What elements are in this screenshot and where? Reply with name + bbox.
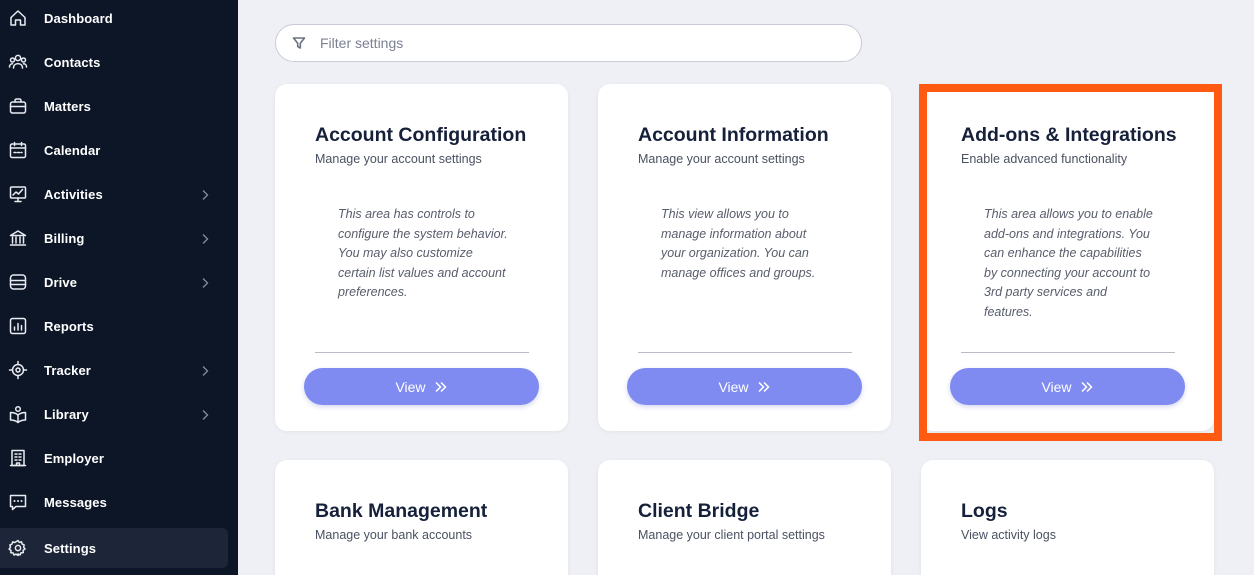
chevron-right-icon (200, 364, 210, 376)
double-chevron-right-icon (758, 381, 770, 392)
sidebar-item-contacts[interactable]: Contacts (0, 42, 228, 82)
sidebar-item-label: Tracker (44, 362, 91, 378)
card-title: Account Configuration (315, 124, 527, 146)
sidebar-item-label: Matters (44, 98, 91, 114)
sidebar-item-label: Activities (44, 186, 103, 202)
card-subtitle: Manage your account settings (315, 152, 482, 166)
bank-icon (8, 228, 28, 248)
card-description: This view allows you to manage informati… (661, 207, 816, 280)
card-divider (315, 352, 529, 353)
sidebar-item-label: Settings (44, 540, 97, 556)
sidebar-item-employer[interactable]: Employer (0, 438, 228, 478)
card-client-bridge: Client Bridge Manage your client portal … (598, 460, 891, 575)
card-subtitle: Manage your bank accounts (315, 528, 473, 542)
sidebar-item-dashboard[interactable]: Dashboard (0, 0, 228, 38)
card-subtitle: Manage your client portal settings (638, 528, 825, 542)
message-icon (8, 492, 28, 512)
sidebar-item-activities[interactable]: Activities (0, 174, 228, 214)
card-title: Client Bridge (638, 500, 760, 522)
sidebar-item-label: Calendar (44, 142, 101, 158)
card-account-configuration: Account Configuration Manage your accoun… (275, 84, 568, 431)
card-bank-management: Bank Management Manage your bank account… (275, 460, 568, 575)
sidebar-item-settings[interactable]: Settings (0, 528, 228, 568)
view-button-label: View (718, 378, 749, 395)
sidebar-item-label: Library (44, 406, 89, 422)
sidebar-item-label: Drive (44, 274, 78, 290)
sidebar-item-tracker[interactable]: Tracker (0, 350, 228, 390)
sidebar-item-billing[interactable]: Billing (0, 218, 228, 258)
sidebar-item-label: Dashboard (44, 10, 113, 26)
double-chevron-right-icon (1081, 381, 1093, 392)
gear-icon (8, 538, 28, 558)
home-icon (8, 8, 28, 28)
card-addons-integrations: Add-ons & Integrations Enable advanced f… (921, 84, 1214, 431)
sidebar-item-drive[interactable]: Drive (0, 262, 228, 302)
sidebar-item-label: Billing (44, 230, 85, 246)
card-title: Bank Management (315, 500, 488, 522)
database-icon (8, 272, 28, 292)
activities-icon (8, 184, 28, 204)
briefcase-icon (8, 96, 28, 116)
library-icon (8, 404, 28, 424)
view-button-label: View (395, 378, 426, 395)
sidebar-item-calendar[interactable]: Calendar (0, 130, 228, 170)
card-subtitle: Manage your account settings (638, 152, 805, 166)
reports-icon (8, 316, 28, 336)
card-description: This area has controls to configure the … (338, 207, 508, 299)
card-subtitle: Enable advanced functionality (961, 152, 1128, 166)
sidebar-item-label: Contacts (44, 54, 101, 70)
sidebar: Dashboard Contacts Matters Calendar Acti… (0, 0, 238, 575)
card-title: Account Information (638, 124, 829, 146)
building-icon (8, 448, 28, 468)
view-button[interactable]: View (304, 368, 539, 405)
contacts-icon (8, 52, 28, 72)
sidebar-item-messages[interactable]: Messages (0, 482, 228, 522)
sidebar-item-matters[interactable]: Matters (0, 86, 228, 126)
card-divider (638, 352, 852, 353)
sidebar-item-label: Messages (44, 494, 107, 510)
calendar-icon (8, 140, 28, 160)
card-title: Logs (961, 500, 1008, 522)
chevron-right-icon (200, 232, 210, 244)
view-button[interactable]: View (950, 368, 1185, 405)
sidebar-item-label: Employer (44, 450, 105, 466)
card-title: Add-ons & Integrations (961, 124, 1177, 146)
card-subtitle: View activity logs (961, 528, 1056, 542)
chevron-right-icon (200, 408, 210, 420)
card-account-information: Account Information Manage your account … (598, 84, 891, 431)
chevron-right-icon (200, 188, 210, 200)
card-divider (961, 352, 1175, 353)
card-description: This area allows you to enable add-ons a… (984, 207, 1153, 319)
filter-icon (292, 36, 306, 50)
double-chevron-right-icon (435, 381, 447, 392)
tracker-icon (8, 360, 28, 380)
filter-box (275, 24, 862, 62)
sidebar-item-reports[interactable]: Reports (0, 306, 228, 346)
sidebar-item-label: Reports (44, 318, 94, 334)
view-button[interactable]: View (627, 368, 862, 405)
card-logs: Logs View activity logs (921, 460, 1214, 575)
chevron-right-icon (200, 276, 210, 288)
view-button-label: View (1041, 378, 1072, 395)
filter-settings-input[interactable] (320, 33, 840, 53)
sidebar-item-library[interactable]: Library (0, 394, 228, 434)
